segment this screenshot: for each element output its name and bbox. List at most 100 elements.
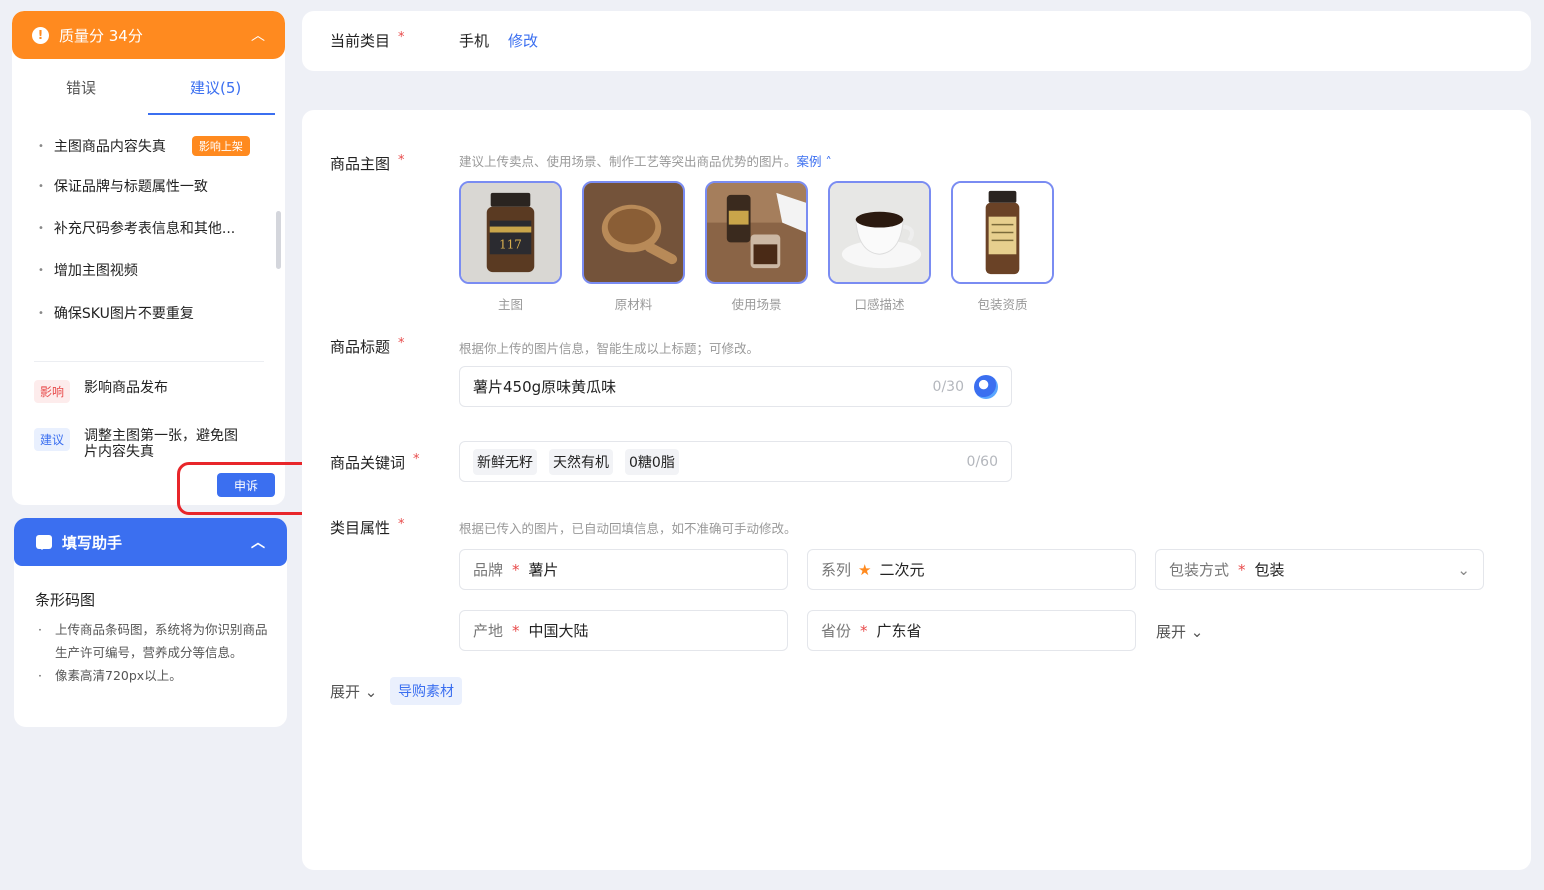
province-field[interactable]: 省份 * 广东省 <box>807 610 1136 651</box>
chevron-up-icon[interactable]: ︿ <box>251 532 265 552</box>
chevron-down-icon: ⌄ <box>364 683 378 701</box>
form-expand-button[interactable]: 展开 ⌄ <box>330 681 377 702</box>
attributes-expand-button[interactable]: 展开 ⌄ <box>1156 621 1203 642</box>
helper-tips: 上传商品条码图，系统将为你识别商品生产许可编号，营养成分等信息。 像素高清720… <box>38 618 274 687</box>
impact-row: 影响 影响商品发布 <box>34 380 250 403</box>
brand-field[interactable]: 品牌 * 薯片 <box>459 549 788 590</box>
ai-generate-icon[interactable] <box>974 374 998 399</box>
status-badge: 影响上架 <box>191 136 250 156</box>
suggestion-item[interactable]: • 补充尺码参考表信息和其他... <box>38 218 235 238</box>
bullet-icon: • <box>38 307 44 319</box>
image-thumb-main[interactable]: 117 <box>459 181 562 284</box>
suggestion-text: 主图商品内容失真 <box>53 139 166 155</box>
packaging-select[interactable]: 包装方式 * 包装 ⌄ <box>1155 549 1484 590</box>
helper-title: 填写助手 <box>62 533 123 552</box>
keywords-input[interactable]: 新鲜无籽 天然有机 0糖0脂 0/60 <box>459 441 1012 482</box>
keyword-tag[interactable]: 0糖0脂 <box>625 448 679 475</box>
brand-label: 品牌 <box>473 561 504 579</box>
impact-badge: 影响 <box>34 380 71 403</box>
product-form-card: 商品主图 * 建议上传卖点、使用场景、制作工艺等突出商品优势的图片。案例 ˄ 11… <box>302 110 1531 870</box>
guide-material-button[interactable]: 导购素材 <box>390 677 462 705</box>
packaging-label: 包装方式 <box>1169 561 1230 579</box>
origin-field[interactable]: 产地 * 中国大陆 <box>459 610 788 651</box>
keyword-tag[interactable]: 天然有机 <box>549 448 613 475</box>
product-title-value: 薯片450g原味黄瓜味 <box>473 378 617 396</box>
suggestion-item[interactable]: • 保证品牌与标题属性一致 <box>38 176 208 196</box>
image-thumb-package[interactable] <box>951 181 1054 284</box>
advice-row: 建议 调整主图第一张，避免图片内容失真 <box>34 428 250 460</box>
fill-helper-card: 填写助手 ︿ 条形码图 上传商品条码图，系统将为你识别商品生产许可编号，营养成分… <box>14 518 287 727</box>
chevron-up-icon[interactable]: ˄ <box>822 154 832 169</box>
origin-value: 中国大陆 <box>528 622 589 640</box>
product-title-input[interactable]: 薯片450g原味黄瓜味 0/30 <box>459 366 1012 407</box>
keyword-tag[interactable]: 新鲜无籽 <box>473 448 537 475</box>
coffee-scoop-image <box>584 183 683 282</box>
advice-text: 调整主图第一张，避免图片内容失真 <box>84 428 239 460</box>
attributes-label: 类目属性 * <box>330 517 405 537</box>
packaging-value: 包装 <box>1254 561 1285 579</box>
quality-score-header[interactable]: ! 质量分 34分 ︿ <box>12 11 285 59</box>
highlight-frame <box>177 462 315 515</box>
series-value: 二次元 <box>879 561 925 579</box>
category-label: 当前类目 * <box>330 30 405 50</box>
series-field[interactable]: 系列 ★ 二次元 <box>807 549 1136 590</box>
product-title-label: 商品标题 * <box>330 336 405 356</box>
tab-suggestion[interactable]: 建议(5) <box>190 77 241 98</box>
suggestion-text: 保证品牌与标题属性一致 <box>53 179 208 195</box>
suggestion-text: 补充尺码参考表信息和其他... <box>53 221 236 237</box>
chat-icon <box>36 535 52 550</box>
helper-header[interactable]: 填写助手 ︿ <box>14 518 287 566</box>
image-thumb-material[interactable] <box>582 181 685 284</box>
edit-category-link[interactable]: 修改 <box>508 30 538 51</box>
suggestion-item[interactable]: • 主图商品内容失真 影响上架 <box>38 136 250 156</box>
coffee-cup-image <box>830 183 929 282</box>
image-caption: 原材料 <box>614 297 653 312</box>
main-image-label: 商品主图 * <box>330 153 405 173</box>
divider <box>34 361 264 362</box>
series-label: 系列 <box>821 561 852 579</box>
svg-text:117: 117 <box>499 237 522 251</box>
suggestion-item[interactable]: • 增加主图视频 <box>38 260 138 280</box>
category-value: 手机 <box>459 32 490 50</box>
helper-section-title: 条形码图 <box>35 591 96 609</box>
suggestion-scrollbar[interactable] <box>276 211 281 269</box>
bullet-icon: • <box>38 222 44 234</box>
product-title-hint: 根据你上传的图片信息，智能生成以上标题；可修改。 <box>459 341 760 356</box>
example-link[interactable]: 案例 <box>797 154 822 169</box>
keywords-label: 商品关键词 * <box>330 452 420 472</box>
origin-label: 产地 <box>473 622 504 640</box>
char-counter: 0/30 <box>932 378 964 395</box>
impact-text: 影响商品发布 <box>84 380 169 396</box>
tab-error[interactable]: 错误 <box>66 77 96 98</box>
bullet-icon: • <box>38 140 44 152</box>
chevron-up-icon[interactable]: ︿ <box>251 25 265 45</box>
coffee-jar-image: 117 <box>461 183 560 282</box>
bullet-icon: • <box>38 180 44 192</box>
category-card: 当前类目 * 手机 修改 <box>302 11 1531 71</box>
helper-tip: 上传商品条码图，系统将为你识别商品生产许可编号，营养成分等信息。 <box>38 618 274 664</box>
star-icon: ★ <box>858 560 872 579</box>
coffee-package-image <box>953 183 1052 282</box>
helper-tip: 像素高清720px以上。 <box>38 664 274 687</box>
suggestion-text: 增加主图视频 <box>53 263 138 279</box>
image-caption: 使用场景 <box>731 297 782 312</box>
province-value: 广东省 <box>876 622 922 640</box>
chevron-down-icon[interactable]: ⌄ <box>1457 561 1470 579</box>
province-label: 省份 <box>821 622 852 640</box>
chevron-down-icon: ⌄ <box>1190 623 1204 641</box>
attributes-hint: 根据已传入的图片，已自动回填信息，如不准确可手动修改。 <box>459 521 797 536</box>
image-caption: 口感描述 <box>854 297 905 312</box>
image-caption: 包装资质 <box>977 297 1028 312</box>
quality-score-title: 质量分 34分 <box>59 26 143 45</box>
quality-score-card: ! 质量分 34分 ︿ 错误 建议(5) • 主图商品内容失真 影响上架 • 保… <box>12 11 285 505</box>
image-thumb-scene[interactable] <box>705 181 808 284</box>
warning-icon: ! <box>32 26 49 44</box>
suggestion-item[interactable]: • 确保SKU图片不要重复 <box>38 303 194 323</box>
advice-badge: 建议 <box>34 428 71 451</box>
bullet-icon: • <box>38 264 44 276</box>
char-counter: 0/60 <box>966 453 998 470</box>
image-caption: 主图 <box>497 297 523 312</box>
issue-tabs: 错误 建议(5) <box>12 59 285 117</box>
image-thumb-taste[interactable] <box>828 181 931 284</box>
brand-value: 薯片 <box>528 561 559 579</box>
